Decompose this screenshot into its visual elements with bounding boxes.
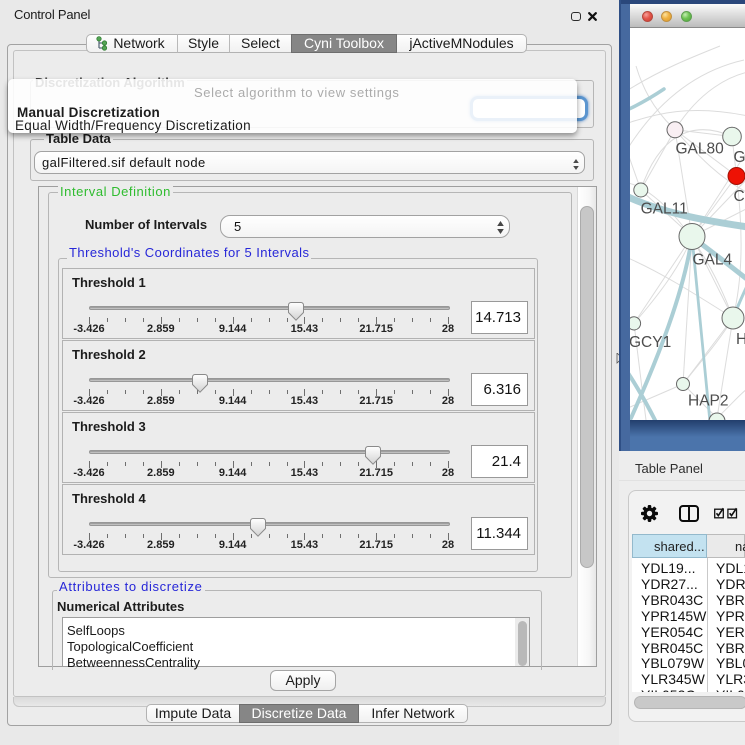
svg-text:GAL4: GAL4 [693,252,733,269]
svg-text:H: H [736,331,745,348]
svg-text:HAP2: HAP2 [688,393,729,410]
svg-text:GA: GA [734,149,745,166]
svg-text:GAL80: GAL80 [676,141,725,158]
svg-text:C: C [734,188,745,205]
svg-text:GCY1: GCY1 [630,334,671,351]
svg-text:GAL11: GAL11 [641,201,688,218]
